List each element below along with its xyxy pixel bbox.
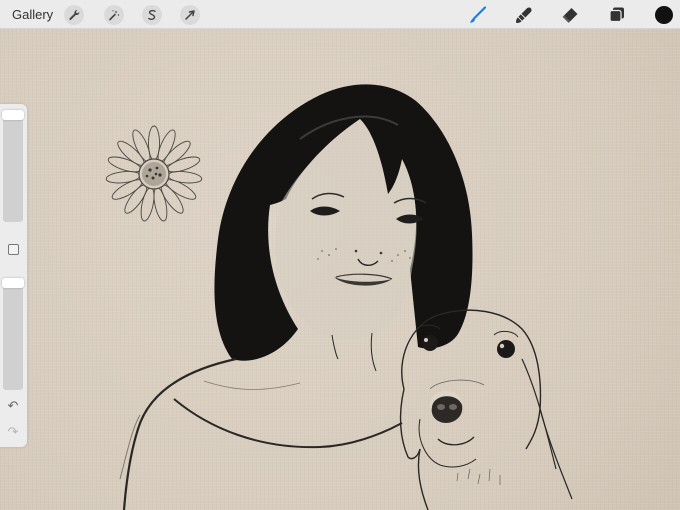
brush-size-slider[interactable] xyxy=(3,110,23,222)
dog-eyes-drawing xyxy=(422,335,515,358)
redo-button[interactable]: ↷ xyxy=(5,424,21,440)
arrow-cursor-icon xyxy=(185,10,195,20)
dog-nose-drawing xyxy=(431,396,463,423)
layers-icon xyxy=(609,7,624,23)
magic-wand-icon xyxy=(109,10,120,21)
daisy-flower-drawing xyxy=(105,125,203,222)
brush-button[interactable] xyxy=(467,4,489,26)
eraser-icon xyxy=(562,8,578,23)
layers-button[interactable] xyxy=(606,4,628,26)
top-toolbar: Gallery xyxy=(0,0,680,29)
modify-button[interactable] xyxy=(8,244,19,255)
redo-arrow-icon: ↷ xyxy=(7,424,19,439)
body-outline-drawing xyxy=(119,332,403,510)
selection-button[interactable] xyxy=(142,5,162,25)
eraser-button[interactable] xyxy=(559,4,581,26)
brush-icon xyxy=(470,6,487,23)
artwork xyxy=(105,84,573,510)
drawing-canvas[interactable] xyxy=(0,29,680,510)
undo-button[interactable]: ↶ xyxy=(5,398,21,414)
wrench-icon xyxy=(69,10,80,20)
smudge-button[interactable] xyxy=(513,4,535,26)
opacity-slider[interactable] xyxy=(3,278,23,390)
color-picker-button[interactable] xyxy=(655,6,673,24)
smudge-finger-icon xyxy=(516,7,532,23)
adjustments-button[interactable] xyxy=(104,5,124,25)
brush-size-thumb[interactable] xyxy=(2,110,24,120)
transform-button[interactable] xyxy=(180,5,200,25)
gallery-button[interactable]: Gallery xyxy=(12,7,53,22)
selection-s-icon xyxy=(148,9,156,20)
actions-button[interactable] xyxy=(64,5,84,25)
left-sidebar: ↶ ↷ xyxy=(0,104,27,447)
opacity-thumb[interactable] xyxy=(2,278,24,288)
undo-arrow-icon: ↶ xyxy=(7,398,19,413)
